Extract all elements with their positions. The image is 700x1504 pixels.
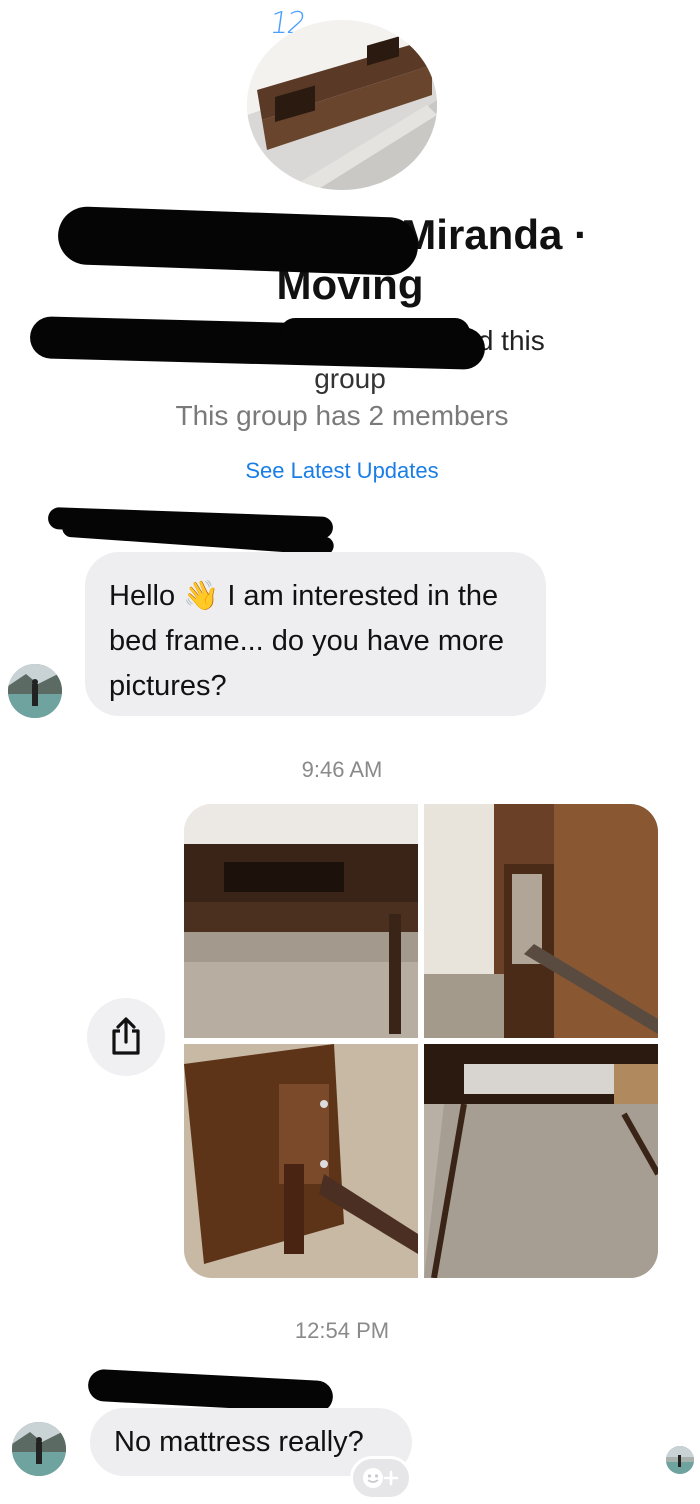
person-photo-icon: [8, 664, 62, 718]
bed-slats-photo: [424, 1044, 658, 1278]
group-members-count: This group has 2 members: [175, 400, 509, 431]
add-reaction-icon: [363, 1468, 399, 1488]
bed-bracket-photo: [424, 804, 658, 1038]
bed-photo-3[interactable]: [184, 1044, 418, 1278]
timestamp: 12:54 PM: [294, 1318, 390, 1343]
person-photo-icon: [12, 1422, 66, 1476]
sender-name-redaction-3: [87, 1368, 334, 1414]
message-text: No mattress really?: [114, 1426, 364, 1458]
creator-redaction-2: [280, 318, 470, 348]
message-bubble-incoming[interactable]: Hello 👋 I am interested in the bed frame…: [85, 552, 546, 716]
bed-leg-photo: [184, 1044, 418, 1278]
message-text-part1: Hello: [109, 580, 184, 612]
sender-avatar[interactable]: [12, 1422, 66, 1476]
timestamp: 9:46 AM: [301, 757, 383, 782]
sender-avatar[interactable]: [8, 664, 62, 718]
bed-photo-2[interactable]: [424, 804, 658, 1038]
person-photo-icon: [666, 1446, 694, 1474]
bed-photo-1[interactable]: [184, 804, 418, 1038]
bed-photo-4[interactable]: [424, 1044, 658, 1278]
read-receipt-avatar: [666, 1446, 694, 1474]
group-photo[interactable]: [247, 20, 437, 190]
see-latest-updates-link[interactable]: See Latest Updates: [0, 458, 684, 484]
share-icon: [112, 1017, 140, 1055]
add-reaction-button[interactable]: [350, 1456, 412, 1500]
share-button[interactable]: [87, 998, 165, 1076]
photo-attachment-grid[interactable]: [184, 804, 658, 1278]
bed-headboard-image: [247, 20, 437, 190]
wave-emoji-icon: 👋: [183, 580, 220, 612]
bed-frame-photo: [184, 804, 418, 1038]
